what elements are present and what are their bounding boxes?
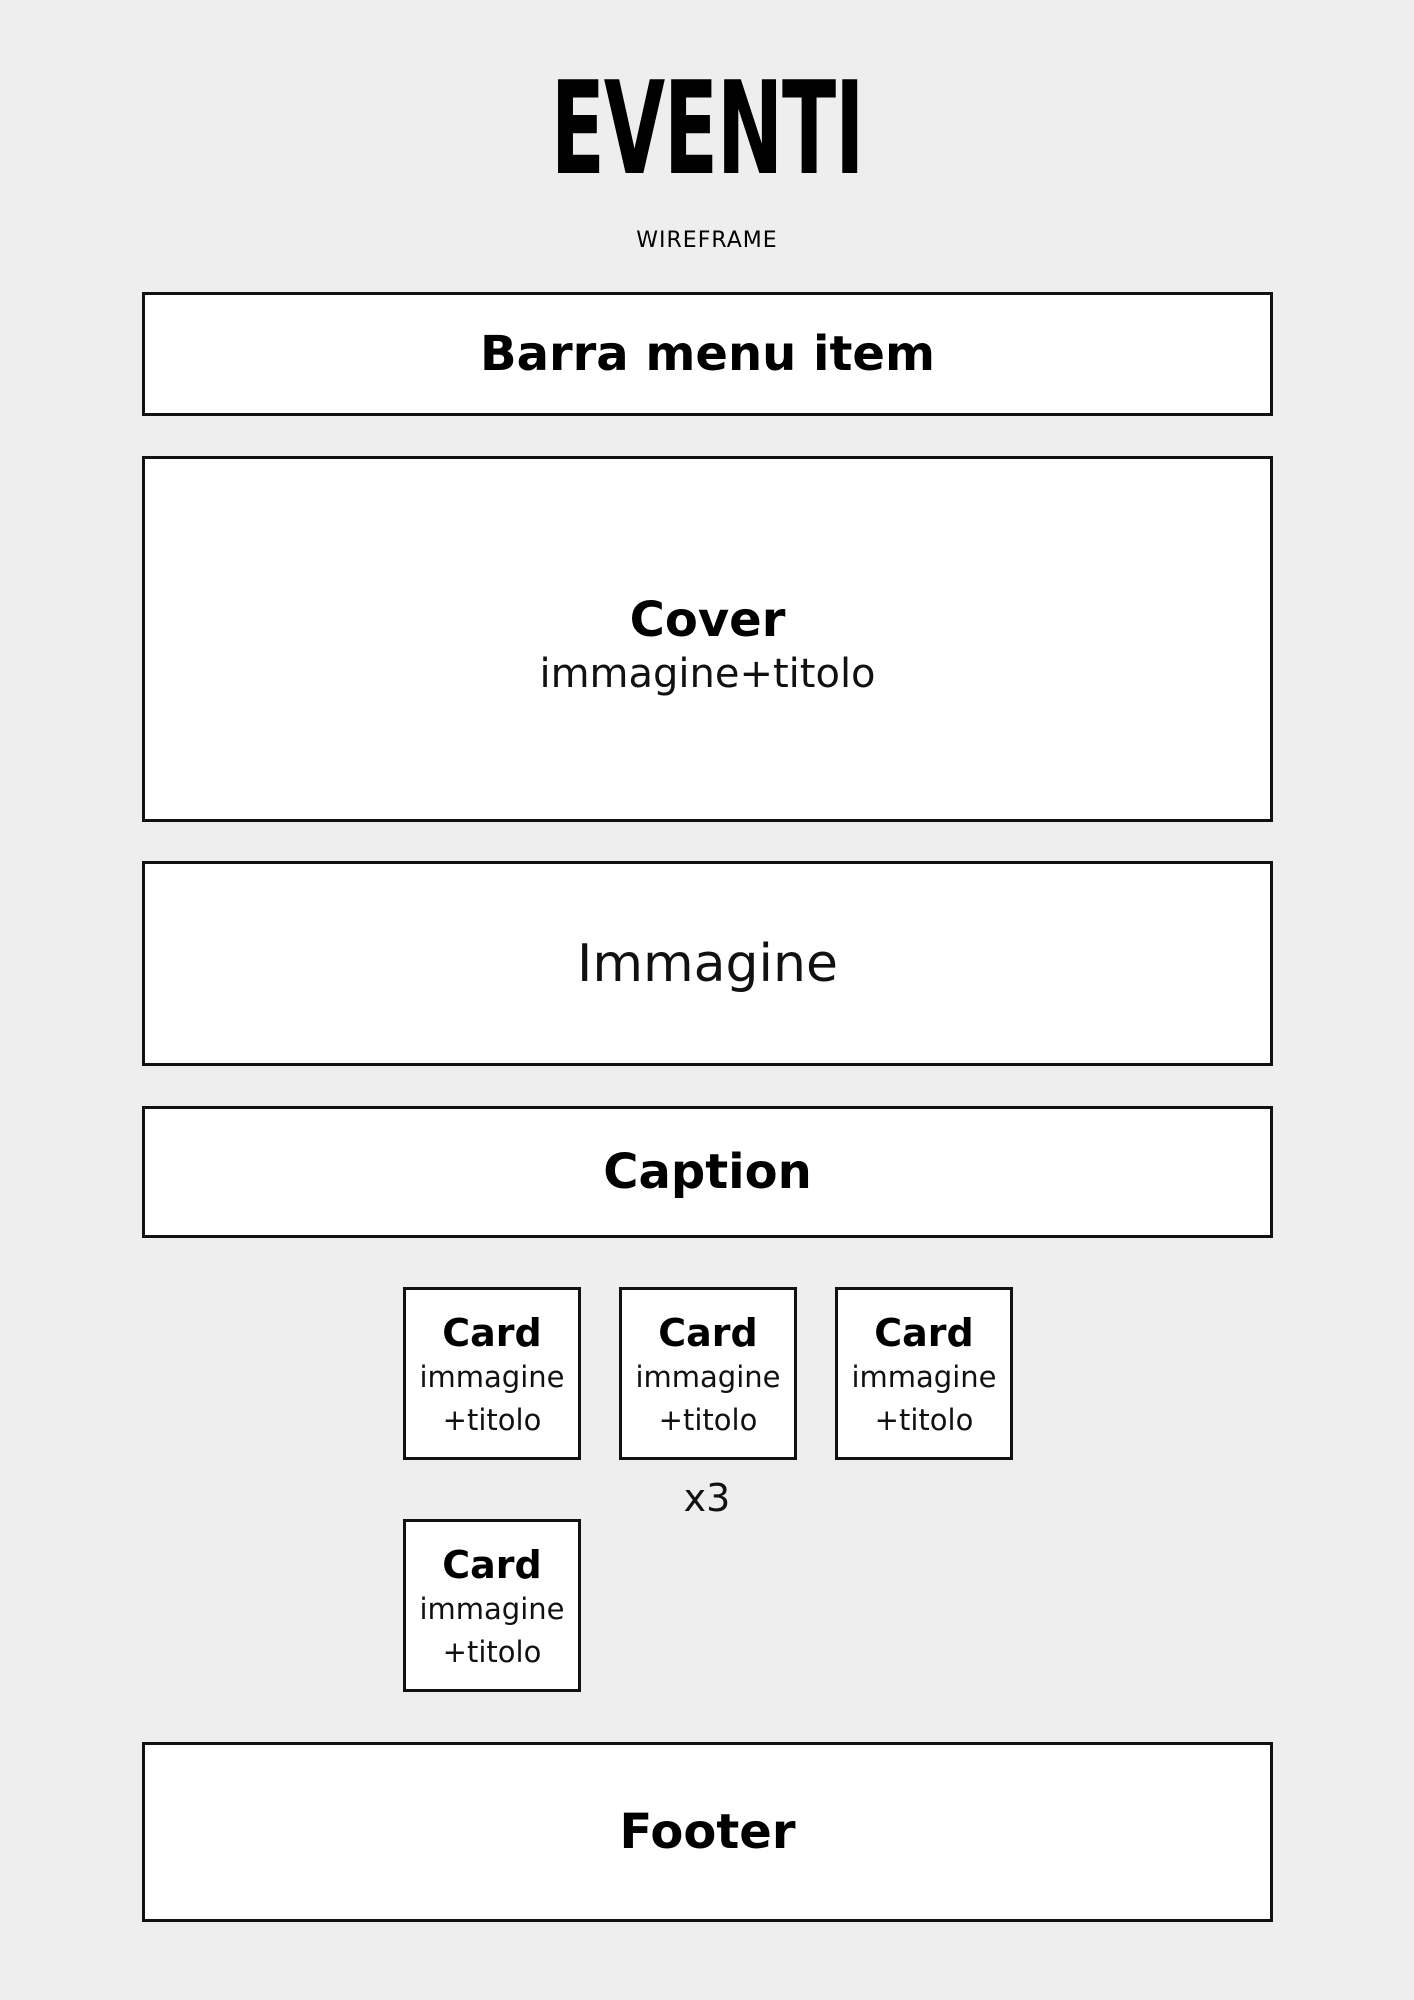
cover-sublabel: immagine+titolo — [539, 651, 876, 697]
card-title: Card — [658, 1310, 758, 1355]
page-title: EVENTI — [550, 55, 865, 204]
card-block: Card immagine +titolo — [835, 1287, 1013, 1460]
footer-block: Footer — [142, 1742, 1273, 1922]
cover-block: Cover immagine+titolo — [142, 456, 1273, 822]
card-line-1: immagine — [635, 1359, 781, 1394]
caption-label: Caption — [603, 1144, 812, 1200]
footer-label: Footer — [619, 1804, 796, 1860]
card-repeat-multiplier: x3 — [683, 1476, 731, 1520]
card-line-2: +titolo — [874, 1402, 974, 1437]
image-block: Immagine — [142, 861, 1273, 1066]
card-line-2: +titolo — [442, 1634, 542, 1669]
page-subtitle: WIREFRAME — [636, 228, 778, 253]
card-line-1: immagine — [419, 1591, 565, 1626]
card-block: Card immagine +titolo — [619, 1287, 797, 1460]
image-label: Immagine — [577, 933, 838, 994]
card-line-2: +titolo — [658, 1402, 758, 1437]
card-line-1: immagine — [419, 1359, 565, 1394]
card-line-2: +titolo — [442, 1402, 542, 1437]
menu-bar-block: Barra menu item — [142, 292, 1273, 416]
menu-bar-label: Barra menu item — [479, 326, 935, 382]
card-line-1: immagine — [851, 1359, 997, 1394]
card-block: Card immagine +titolo — [403, 1287, 581, 1460]
caption-block: Caption — [142, 1106, 1273, 1238]
card-block: Card immagine +titolo — [403, 1519, 581, 1692]
card-title: Card — [442, 1310, 542, 1355]
wireframe-page: { "header": { "title": "EVENTI", "subtit… — [0, 0, 1414, 2000]
card-title: Card — [442, 1542, 542, 1587]
cover-label: Cover — [629, 592, 786, 648]
card-title: Card — [874, 1310, 974, 1355]
